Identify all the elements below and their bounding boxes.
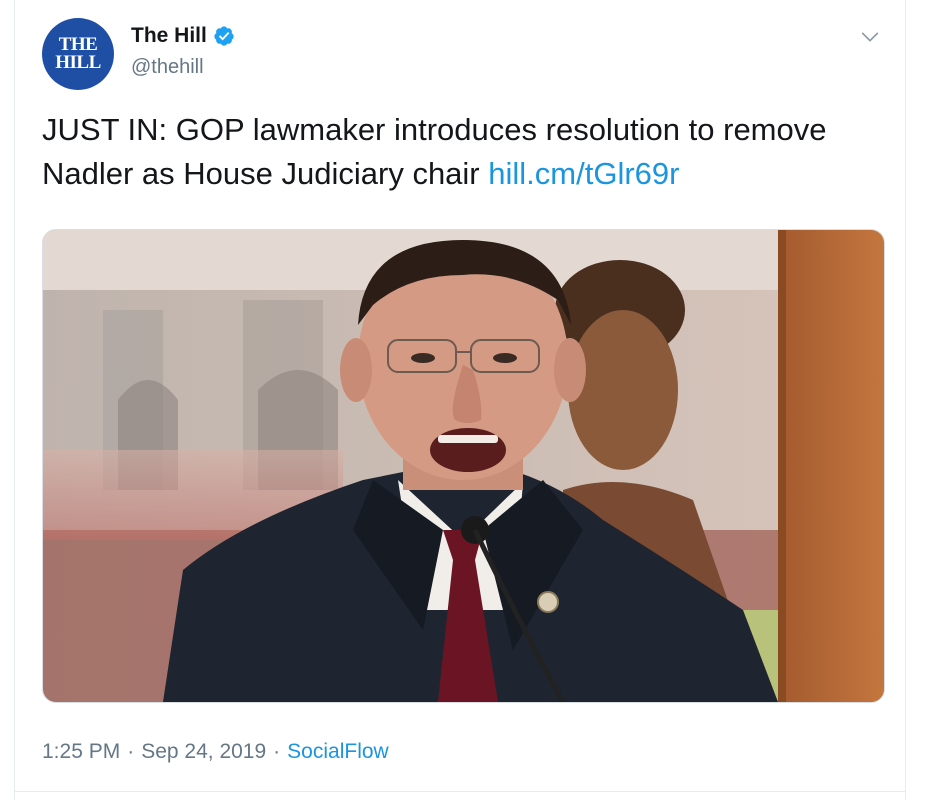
avatar-text-line2: HILL xyxy=(55,52,101,73)
tweet-time[interactable]: 1:25 PM xyxy=(42,740,120,764)
tweet-date[interactable]: Sep 24, 2019 xyxy=(141,740,266,764)
account-handle[interactable]: @thehill xyxy=(131,56,204,79)
tweet-photo[interactable] xyxy=(42,229,885,703)
tweet-text: JUST IN: GOP lawmaker introduces resolut… xyxy=(42,108,892,196)
meta-separator: · xyxy=(273,740,281,763)
account-name[interactable]: The Hill xyxy=(131,24,207,48)
account-name-row[interactable]: The Hill xyxy=(131,24,235,48)
tweet-link[interactable]: hill.cm/tGlr69r xyxy=(488,156,679,191)
verified-badge-icon xyxy=(214,26,234,46)
photo-image xyxy=(43,230,884,702)
tweet-body: JUST IN: GOP lawmaker introduces resolut… xyxy=(42,112,827,191)
tweet-meta: 1:25 PM · Sep 24, 2019 · SocialFlow xyxy=(42,740,389,764)
chevron-down-icon[interactable] xyxy=(859,26,881,48)
divider xyxy=(15,791,905,792)
tweet-card: THE HILL The Hill @thehill JUST IN: GOP … xyxy=(14,0,906,800)
meta-separator: · xyxy=(127,740,135,763)
avatar[interactable]: THE HILL xyxy=(42,18,114,90)
tweet-source-link[interactable]: SocialFlow xyxy=(287,740,389,764)
